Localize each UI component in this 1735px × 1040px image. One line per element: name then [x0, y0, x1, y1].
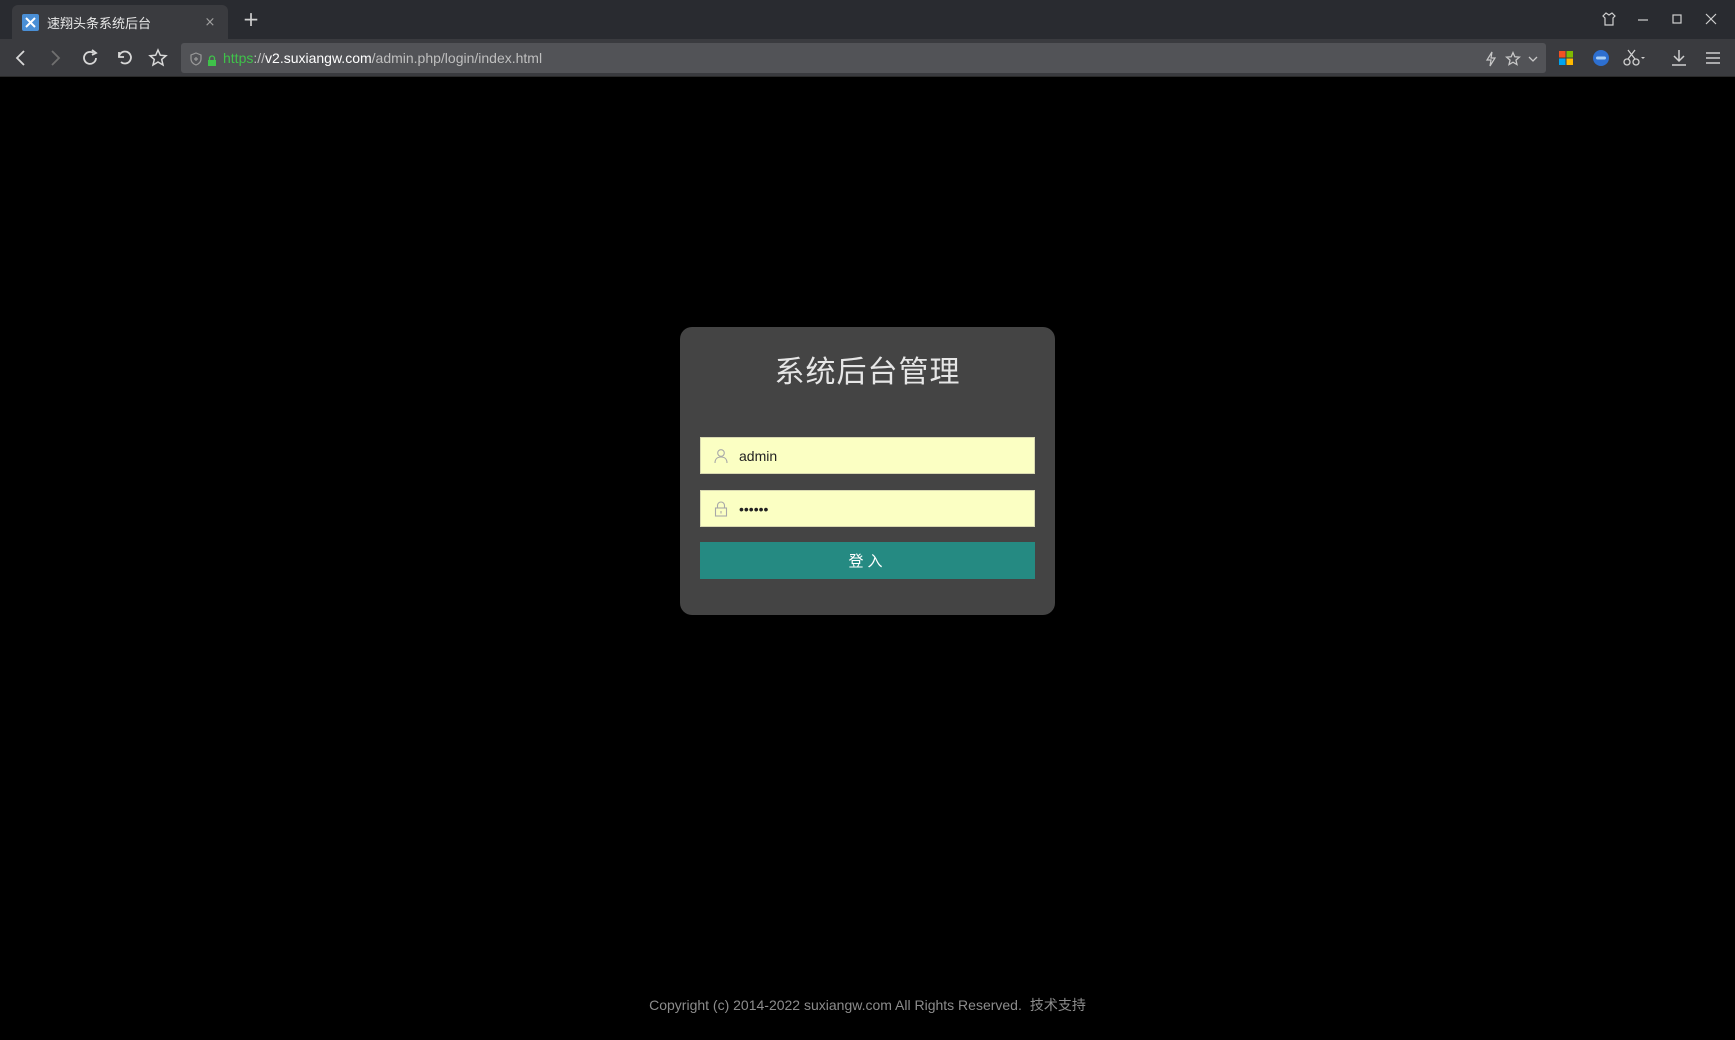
page-content: 系统后台管理 •••••• 登入 Copyright (c) 2014-2022…	[0, 78, 1735, 1040]
minimize-icon[interactable]	[1630, 6, 1656, 32]
menu-icon[interactable]	[1700, 45, 1726, 71]
download-icon[interactable]	[1666, 45, 1692, 71]
chevron-down-icon[interactable]	[1523, 49, 1543, 69]
login-card: 系统后台管理 •••••• 登入	[680, 327, 1055, 615]
url-scheme: https	[223, 50, 254, 66]
browser-tab[interactable]: 速翔头条系统后台 ×	[12, 5, 228, 39]
lock-icon	[207, 52, 217, 66]
new-tab-button[interactable]: +	[240, 8, 262, 30]
scissors-icon[interactable]	[1622, 45, 1648, 71]
back-icon[interactable]	[8, 45, 34, 71]
star-icon[interactable]	[1503, 49, 1523, 69]
user-icon	[713, 448, 729, 464]
skin-icon[interactable]	[1596, 6, 1622, 32]
close-icon[interactable]	[1698, 6, 1724, 32]
extension-icon[interactable]	[1588, 45, 1614, 71]
undo-icon[interactable]	[111, 45, 137, 71]
password-input[interactable]: ••••••	[739, 491, 1034, 526]
url-text[interactable]: https://v2.suxiangw.com/admin.php/login/…	[223, 50, 542, 66]
url-host: v2.suxiangw.com	[265, 50, 372, 66]
shield-icon[interactable]	[189, 51, 203, 66]
bookmark-star-icon[interactable]	[145, 45, 171, 71]
username-field[interactable]	[700, 437, 1035, 474]
url-path: /admin.php/login/index.html	[371, 50, 543, 66]
support-link[interactable]: 技术支持	[1030, 997, 1086, 1013]
address-bar[interactable]: https://v2.suxiangw.com/admin.php/login/…	[181, 43, 1546, 73]
reload-icon[interactable]	[77, 45, 103, 71]
apps-grid-icon[interactable]	[1553, 45, 1579, 71]
maximize-icon[interactable]	[1664, 6, 1690, 32]
browser-toolbar: https://v2.suxiangw.com/admin.php/login/…	[0, 39, 1735, 77]
browser-tab-bar: 速翔头条系统后台 × +	[0, 0, 1735, 39]
tab-title: 速翔头条系统后台	[47, 16, 152, 32]
url-separator: ://	[253, 50, 266, 66]
favicon-icon	[22, 13, 39, 31]
tab-close-button[interactable]: ×	[202, 15, 218, 30]
username-input[interactable]	[739, 438, 1034, 473]
password-field[interactable]: ••••••	[700, 490, 1035, 527]
login-title: 系统后台管理	[774, 355, 961, 390]
copyright-text: Copyright (c) 2014-2022 suxiangw.com All…	[649, 997, 1022, 1013]
padlock-icon	[713, 500, 729, 517]
forward-icon[interactable]	[42, 45, 68, 71]
lightning-icon[interactable]	[1481, 49, 1501, 69]
footer: Copyright (c) 2014-2022 suxiangw.com All…	[0, 995, 1735, 1015]
login-button[interactable]: 登入	[700, 542, 1035, 579]
